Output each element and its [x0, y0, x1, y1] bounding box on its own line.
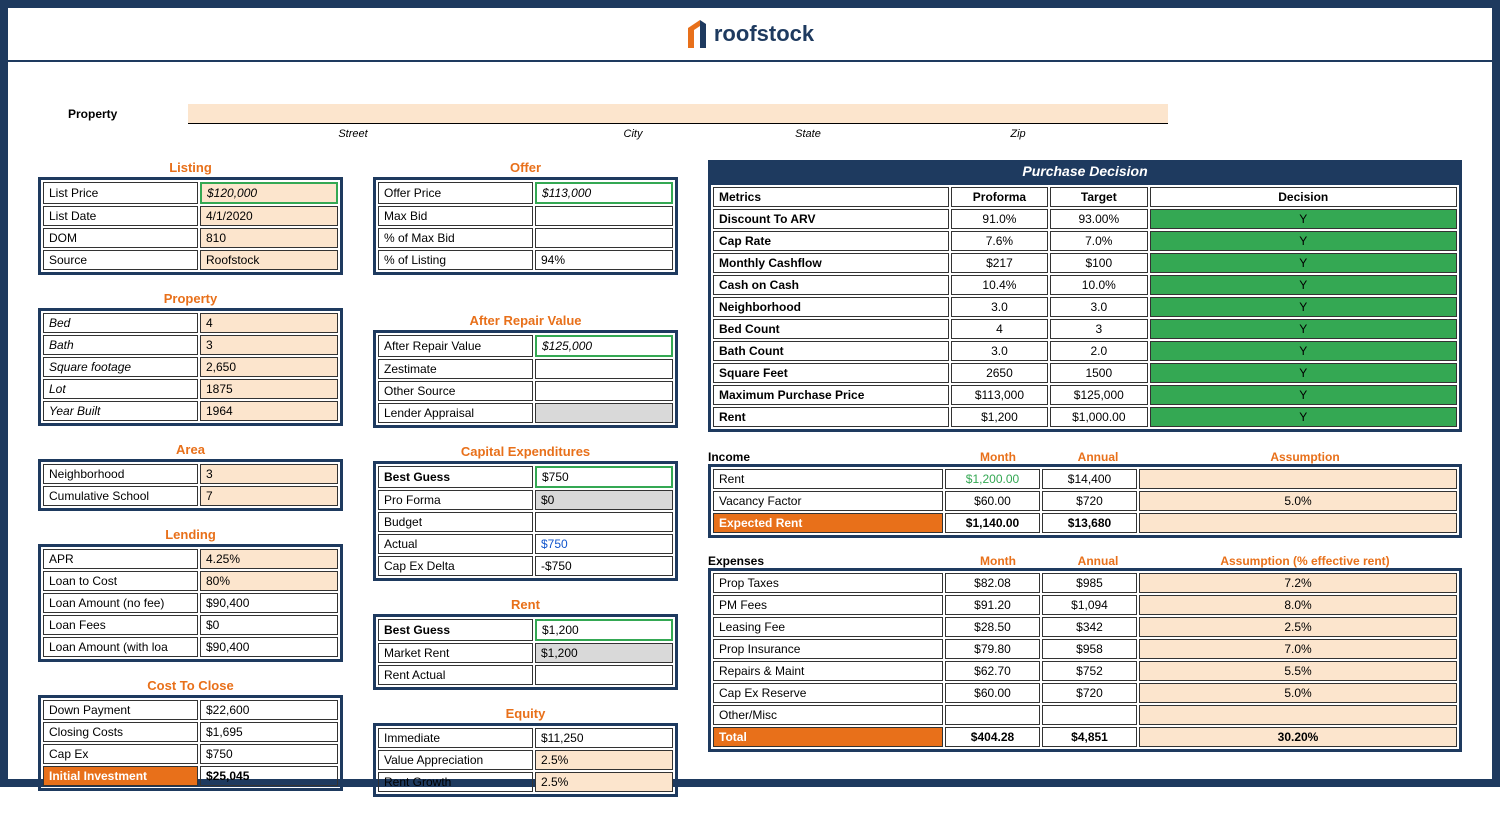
property-captions: Street City State Zip	[38, 128, 1462, 140]
expenses-col-month: Month	[948, 554, 1048, 568]
ctc-table[interactable]: Down Payment$22,600Closing Costs$1,695Ca…	[38, 695, 343, 791]
sheet-body: Property Street City State Zip Listing L…	[8, 84, 1492, 833]
state-caption: State	[748, 128, 868, 140]
property-table[interactable]: Bed4Bath3Square footage2,650Lot1875Year …	[38, 308, 343, 426]
capex-block: Capital Expenditures Best Guess$750Pro F…	[373, 444, 678, 581]
lending-table[interactable]: APR4.25%Loan to Cost80%Loan Amount (no f…	[38, 544, 343, 662]
expenses-headers: Expenses Month Annual Assumption (% effe…	[708, 554, 1462, 568]
income-col-assumption: Assumption	[1148, 450, 1462, 464]
middle-column: Offer Offer Price$113,000Max Bid% of Max…	[373, 160, 678, 813]
income-col-month: Month	[948, 450, 1048, 464]
right-column: Purchase Decision MetricsProformaTargetD…	[708, 160, 1462, 813]
purchase-decision-block: Purchase Decision MetricsProformaTargetD…	[708, 160, 1462, 432]
rent-table[interactable]: Best Guess$1,200Market Rent$1,200Rent Ac…	[373, 614, 678, 690]
expenses-table[interactable]: Prop Taxes$82.08$9857.2%PM Fees$91.20$1,…	[708, 568, 1462, 752]
arv-table[interactable]: After Repair Value$125,000ZestimateOther…	[373, 330, 678, 428]
property-block: Property Bed4Bath3Square footage2,650Lot…	[38, 291, 343, 426]
listing-block: Listing List Price$120,000List Date4/1/2…	[38, 160, 343, 275]
income-table[interactable]: Rent$1,200.00$14,400Vacancy Factor$60.00…	[708, 464, 1462, 538]
property-header: Property	[38, 291, 343, 306]
roofstock-icon	[686, 20, 708, 48]
income-col-annual: Annual	[1048, 450, 1148, 464]
equity-table[interactable]: Immediate$11,250Value Appreciation2.5%Re…	[373, 723, 678, 797]
spreadsheet-frame: roofstock Property Street City State Zip…	[0, 0, 1500, 787]
expenses-col-assumption: Assumption (% effective rent)	[1148, 554, 1462, 568]
pd-table[interactable]: MetricsProformaTargetDecisionDiscount To…	[708, 182, 1462, 432]
ctc-block: Cost To Close Down Payment$22,600Closing…	[38, 678, 343, 791]
street-caption: Street	[188, 128, 518, 140]
left-column: Listing List Price$120,000List Date4/1/2…	[38, 160, 343, 813]
income-block: Income Month Annual Assumption Rent$1,20…	[708, 450, 1462, 538]
equity-block: Equity Immediate$11,250Value Appreciatio…	[373, 706, 678, 797]
expenses-h: Expenses	[708, 554, 948, 568]
property-address-row: Property	[38, 104, 1462, 124]
rent-block: Rent Best Guess$1,200Market Rent$1,200Re…	[373, 597, 678, 690]
property-fields	[188, 104, 1462, 124]
listing-table[interactable]: List Price$120,000List Date4/1/2020DOM81…	[38, 177, 343, 275]
columns: Listing List Price$120,000List Date4/1/2…	[38, 160, 1462, 813]
equity-header: Equity	[373, 706, 678, 721]
arv-header: After Repair Value	[373, 313, 678, 328]
city-caption: City	[518, 128, 748, 140]
state-field[interactable]	[748, 104, 868, 124]
capex-table[interactable]: Best Guess$750Pro Forma$0BudgetActual$75…	[373, 461, 678, 581]
offer-block: Offer Offer Price$113,000Max Bid% of Max…	[373, 160, 678, 275]
capex-header: Capital Expenditures	[373, 444, 678, 459]
zip-caption: Zip	[868, 128, 1168, 140]
offer-header: Offer	[373, 160, 678, 175]
listing-header: Listing	[38, 160, 343, 175]
lending-header: Lending	[38, 527, 343, 542]
logo-text: roofstock	[714, 21, 814, 47]
area-table[interactable]: Neighborhood3Cumulative School7	[38, 459, 343, 511]
header-bar: roofstock	[8, 8, 1492, 60]
zip-field[interactable]	[868, 104, 1168, 124]
logo: roofstock	[686, 20, 814, 48]
income-headers: Income Month Annual Assumption	[708, 450, 1462, 464]
pd-header: Purchase Decision	[708, 160, 1462, 182]
income-h: Income	[708, 450, 948, 464]
street-field[interactable]	[188, 104, 518, 124]
property-label: Property	[38, 107, 178, 121]
offer-table[interactable]: Offer Price$113,000Max Bid% of Max Bid% …	[373, 177, 678, 275]
city-field[interactable]	[518, 104, 748, 124]
rent-header: Rent	[373, 597, 678, 612]
area-block: Area Neighborhood3Cumulative School7	[38, 442, 343, 511]
lending-block: Lending APR4.25%Loan to Cost80%Loan Amou…	[38, 527, 343, 662]
expenses-col-annual: Annual	[1048, 554, 1148, 568]
arv-block: After Repair Value After Repair Value$12…	[373, 313, 678, 428]
area-header: Area	[38, 442, 343, 457]
expenses-block: Expenses Month Annual Assumption (% effe…	[708, 554, 1462, 752]
ctc-header: Cost To Close	[38, 678, 343, 693]
